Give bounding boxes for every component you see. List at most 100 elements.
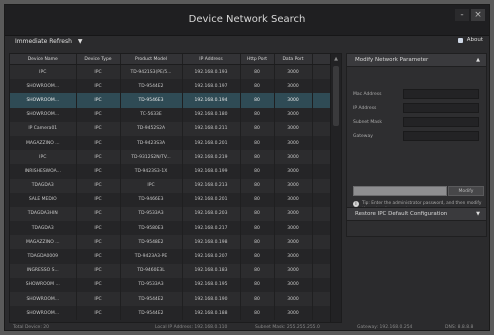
modify-network-header[interactable]: Modify Network Parameter ▲: [346, 53, 487, 67]
scroll-up-icon[interactable]: ▲: [333, 56, 339, 62]
table-cell: 192.168.0.194: [182, 93, 241, 108]
table-cell: IPC: [76, 178, 121, 193]
table-cell: 3000: [274, 263, 313, 278]
total-device-count: Total Device: 20: [13, 325, 50, 330]
table-cell: 3000: [274, 249, 313, 264]
table-cell: 80: [240, 292, 275, 307]
table-row[interactable]: MAGAZZINO ... IPC TD-9548E2 192.168.0.198 80…: [10, 235, 333, 250]
table-cell-extra: [312, 277, 333, 292]
column-header[interactable]: Product Model: [120, 54, 183, 65]
table-cell: IPC: [76, 235, 121, 250]
table-cell: 80: [240, 221, 275, 236]
table-row[interactable]: INGRESSO S... IPC TD-9460E3L 192.168.0.183 8…: [10, 263, 333, 278]
refresh-filter-dropdown[interactable]: Immediate Refresh ▼: [15, 38, 83, 45]
table-cell: TD-9544E2: [120, 292, 183, 307]
table-row[interactable]: SHOWROOM... IPC TD-9544E2 192.168.0.188 80 30…: [10, 306, 333, 321]
table-cell: 80: [240, 277, 275, 292]
gateway-field[interactable]: [403, 131, 479, 141]
title-bar[interactable]: Device Network Search - ×: [5, 5, 489, 36]
table-cell-extra: [312, 164, 333, 179]
table-cell: SHOWROOM...: [10, 306, 77, 321]
column-header[interactable]: Http Port: [240, 54, 275, 65]
close-button[interactable]: ×: [471, 9, 485, 21]
table-cell: IPC: [76, 306, 121, 321]
ip-address-field[interactable]: [403, 103, 479, 113]
table-cell-extra: [312, 107, 333, 122]
grid-scrollbar[interactable]: ▲: [330, 54, 341, 322]
subnet-mask-field[interactable]: [403, 117, 479, 127]
table-cell-extra: [312, 93, 333, 108]
column-header-extra: [312, 54, 333, 65]
table-row[interactable]: TDAGDA3HIN IPC TD-9533A3 192.168.0.203 80 300…: [10, 206, 333, 222]
modify-button[interactable]: Modify: [448, 186, 484, 196]
table-row[interactable]: IP Camera01 IPC TD-9452S2A 192.168.0.211 80 3…: [10, 121, 333, 136]
gateway: Gateway: 192.168.0.254: [357, 325, 413, 330]
table-row[interactable]: SHOWROOM... IPC TD-9544E2 192.168.0.190 80 30…: [10, 292, 333, 307]
restore-config-header[interactable]: Restore IPC Default Configuration ▼: [346, 207, 487, 221]
table-cell: 80: [240, 121, 275, 136]
column-header[interactable]: Data Port: [274, 54, 313, 65]
table-cell: 192.168.0.219: [182, 150, 241, 165]
table-cell: 3000: [274, 192, 313, 207]
table-cell: TD-9452S2A: [120, 121, 183, 136]
table-cell: 3000: [274, 221, 313, 236]
table-cell: 3000: [274, 277, 313, 292]
column-header[interactable]: Device Type: [76, 54, 121, 65]
column-header[interactable]: IP Address: [182, 54, 241, 65]
table-cell: 192.168.0.198: [182, 235, 241, 250]
ip-address-label: IP Address: [353, 105, 377, 111]
table-header-row: Device Name Device Type Product Model IP…: [10, 54, 333, 65]
gateway-label: Gateway: [353, 133, 373, 139]
table-row[interactable]: IPC IPC TD-9312S2N/TV... 192.168.0.219 80 300…: [10, 150, 333, 165]
table-cell: 192.168.0.190: [182, 292, 241, 307]
table-row[interactable]: SHOWROOM ... IPC TD-9533A3 192.168.0.195 80 3…: [10, 277, 333, 292]
table-cell: TD-9580E3: [120, 221, 183, 236]
expand-icon[interactable]: ▼: [476, 211, 480, 217]
table-row[interactable]: TDAGDA3 IPC TD-9580E3 192.168.0.217 80 3000: [10, 221, 333, 236]
table-cell-extra: [312, 306, 333, 321]
scrollbar-thumb[interactable]: [333, 66, 339, 126]
table-cell-extra: [312, 79, 333, 94]
table-cell: 3000: [274, 150, 313, 165]
about-button[interactable]: About: [457, 37, 483, 43]
table-cell: 80: [240, 263, 275, 278]
table-row[interactable]: TDAGDA0009 IPC TD-9423A3-PE 192.168.0.207 80…: [10, 249, 333, 264]
table-cell-extra: [312, 292, 333, 307]
table-cell: 192.168.0.188: [182, 306, 241, 321]
table-cell: 3000: [274, 135, 313, 151]
table-row[interactable]: MAGAZZINO ... IPC TD-9423S3A 192.168.0.201 8…: [10, 135, 333, 151]
table-row[interactable]: SHOWROOM... IPC TD-9546E3 192.168.0.194 80 30…: [10, 93, 333, 108]
table-cell: SALE MEDIO: [10, 192, 77, 207]
table-cell: 80: [240, 178, 275, 193]
table-row[interactable]: IPC IPC TD-9421S3(PE/5... 192.168.0.193 80 30…: [10, 64, 333, 80]
table-row[interactable]: TDAGDA3 IPC IPC 192.168.0.213 80 3000: [10, 178, 333, 193]
table-row[interactable]: INRISHESWOA... IPC TD-9423S3-1X 192.168.0.1…: [10, 164, 333, 179]
table-cell: IPC: [76, 292, 121, 307]
status-bar: Total Device: 20 Local IP Address: 192.1…: [5, 323, 489, 330]
admin-password-field[interactable]: [353, 186, 447, 196]
table-cell: 80: [240, 150, 275, 165]
table-row[interactable]: SHOWROOM... IPC TD-9544E2 192.168.0.197 80 30…: [10, 79, 333, 94]
minimize-button[interactable]: -: [455, 9, 469, 21]
column-header[interactable]: Device Name: [10, 54, 77, 65]
table-cell: 3000: [274, 306, 313, 321]
table-cell: IPC: [76, 277, 121, 292]
table-cell: TD-9546E3: [120, 93, 183, 108]
dns: DNS: 8.8.8.8: [445, 325, 474, 330]
about-label: About: [466, 37, 483, 43]
table-cell: 192.168.0.213: [182, 178, 241, 193]
table-cell-extra: [312, 249, 333, 264]
table-cell: TD-9423S3A: [120, 135, 183, 151]
table-cell: 192.168.0.201: [182, 135, 241, 151]
mac-address-row: Mac Address: [353, 89, 479, 99]
table-cell-extra: [312, 263, 333, 278]
device-network-search-window: Device Network Search - × Immediate Refr…: [4, 4, 490, 331]
mac-address-field[interactable]: [403, 89, 479, 99]
table-cell: IPC: [76, 164, 121, 179]
collapse-icon[interactable]: ▲: [476, 57, 480, 63]
table-cell: TD-9421S3(PE/5...: [120, 64, 183, 80]
local-ip-address: Local IP Address: 192.168.0.110: [155, 325, 228, 330]
table-row[interactable]: SHOWROOM... IPC TC-5633E 192.168.0.180 80 300…: [10, 107, 333, 122]
table-cell: IPC: [76, 121, 121, 136]
table-row[interactable]: SALE MEDIO IPC TD-9466E3 192.168.0.201 80 300…: [10, 192, 333, 207]
